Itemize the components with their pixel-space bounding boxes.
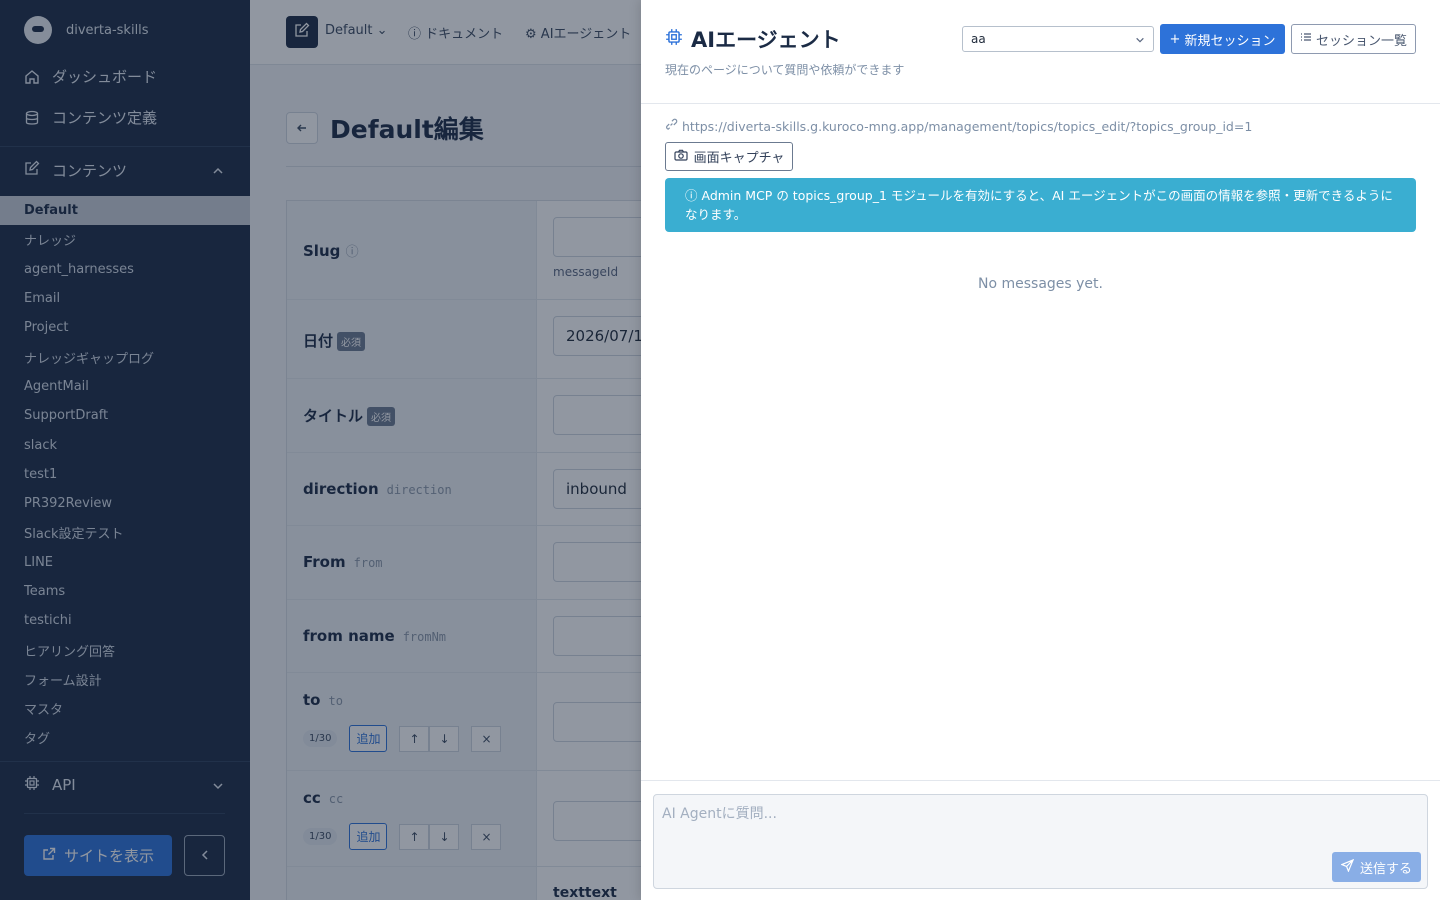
page-url-text: https://diverta-skills.g.kuroco-mng.app/… — [682, 118, 1253, 134]
panel-title: AIエージェント — [665, 24, 841, 54]
info-icon: ⓘ — [685, 188, 702, 203]
list-icon — [1300, 31, 1312, 47]
info-alert-text: Admin MCP の topics_group_1 モジュールを有効にすると、… — [685, 188, 1393, 222]
panel-title-text: AIエージェント — [691, 28, 841, 52]
screen-capture-label: 画面キャプチャ — [693, 151, 785, 166]
chip-icon — [665, 27, 683, 51]
ai-agent-panel: AIエージェント 現在のページについて質問や依頼ができます aa + 新規セッシ… — [641, 0, 1440, 900]
link-icon — [665, 118, 678, 134]
send-button[interactable]: 送信する — [1332, 852, 1421, 882]
session-select-value: aa — [971, 32, 986, 46]
session-select[interactable]: aa — [962, 26, 1154, 52]
screen-capture-button[interactable]: 画面キャプチャ — [665, 142, 793, 171]
send-icon — [1340, 858, 1355, 876]
session-list-label: セッション一覧 — [1315, 33, 1407, 49]
chevron-down-icon — [1135, 34, 1145, 48]
new-session-button[interactable]: + 新規セッション — [1160, 24, 1285, 54]
info-alert: ⓘ Admin MCP の topics_group_1 モジュールを有効にする… — [665, 178, 1416, 232]
new-session-label: 新規セッション — [1184, 33, 1276, 49]
send-label: 送信する — [1359, 861, 1412, 877]
empty-messages: No messages yet. — [978, 276, 1103, 292]
plus-icon: + — [1169, 31, 1181, 47]
session-list-button[interactable]: セッション一覧 — [1291, 24, 1416, 54]
camera-icon — [673, 149, 688, 165]
page-url[interactable]: https://diverta-skills.g.kuroco-mng.app/… — [665, 118, 1252, 134]
panel-subtitle: 現在のページについて質問や依頼ができます — [665, 63, 905, 77]
message-input[interactable]: AI Agentに質問... — [653, 794, 1428, 889]
panel-header-divider — [641, 103, 1440, 104]
composer: AI Agentに質問... 送信する — [641, 780, 1440, 900]
